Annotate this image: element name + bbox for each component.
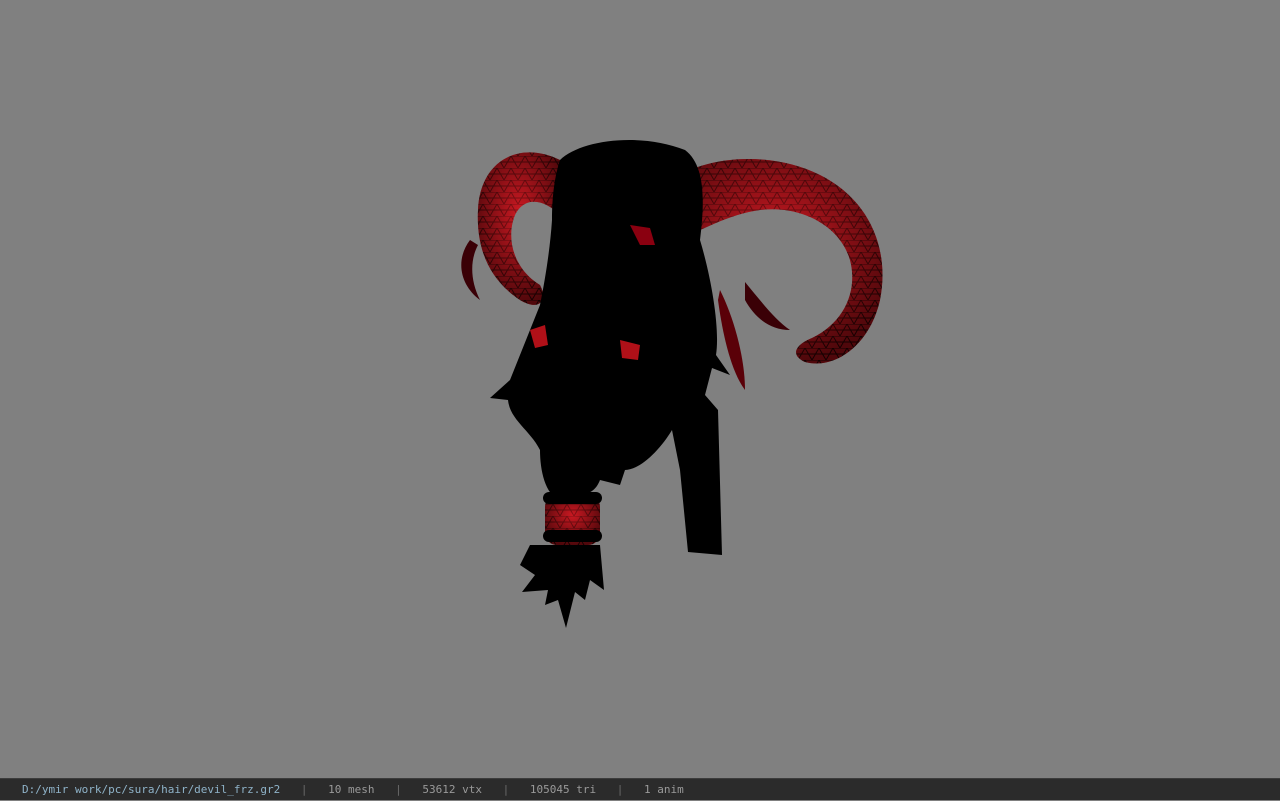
- separator: |: [502, 783, 510, 796]
- status-bar: D:/ymir work/pc/sura/hair/devil_frz.gr2 …: [0, 778, 1280, 800]
- separator: |: [395, 783, 402, 796]
- 3d-viewport[interactable]: [0, 0, 1280, 778]
- file-path: D:/ymir work/pc/sura/hair/devil_frz.gr2: [22, 783, 281, 796]
- hair-braid: [520, 492, 604, 628]
- triangle-count: 105045 tri: [529, 783, 597, 796]
- separator: |: [300, 783, 308, 796]
- anim-count: 1 anim: [643, 783, 684, 796]
- separator: |: [616, 783, 624, 796]
- mesh-count: 10 mesh: [328, 783, 375, 796]
- devil-helmet-model[interactable]: [0, 0, 1280, 778]
- vertex-count: 53612 vtx: [422, 783, 482, 796]
